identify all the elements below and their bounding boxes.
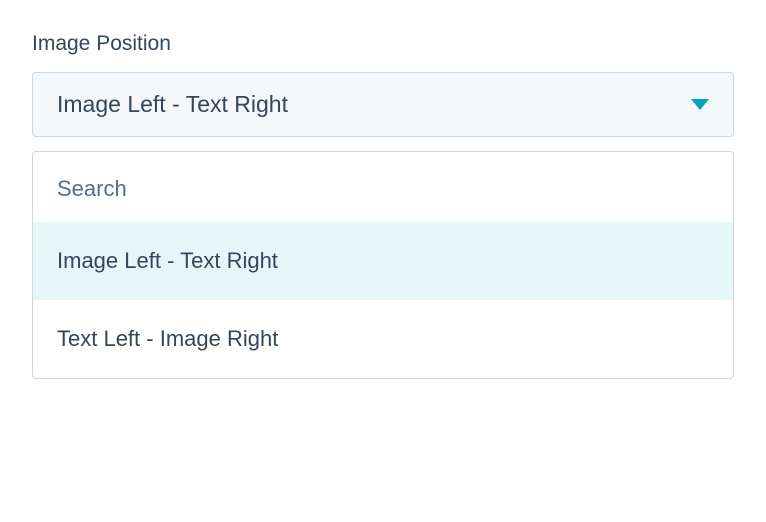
dropdown-panel: Image Left - Text Right Text Left - Imag… [32, 151, 734, 379]
option-text-left[interactable]: Text Left - Image Right [33, 300, 733, 378]
chevron-down-icon [691, 99, 709, 110]
field-label: Image Position [32, 32, 734, 56]
search-input[interactable] [33, 152, 733, 222]
select-trigger[interactable]: Image Left - Text Right [32, 72, 734, 137]
image-position-field: Image Position Image Left - Text Right I… [32, 32, 734, 379]
selected-value: Image Left - Text Right [57, 91, 288, 118]
option-image-left[interactable]: Image Left - Text Right [33, 222, 733, 300]
